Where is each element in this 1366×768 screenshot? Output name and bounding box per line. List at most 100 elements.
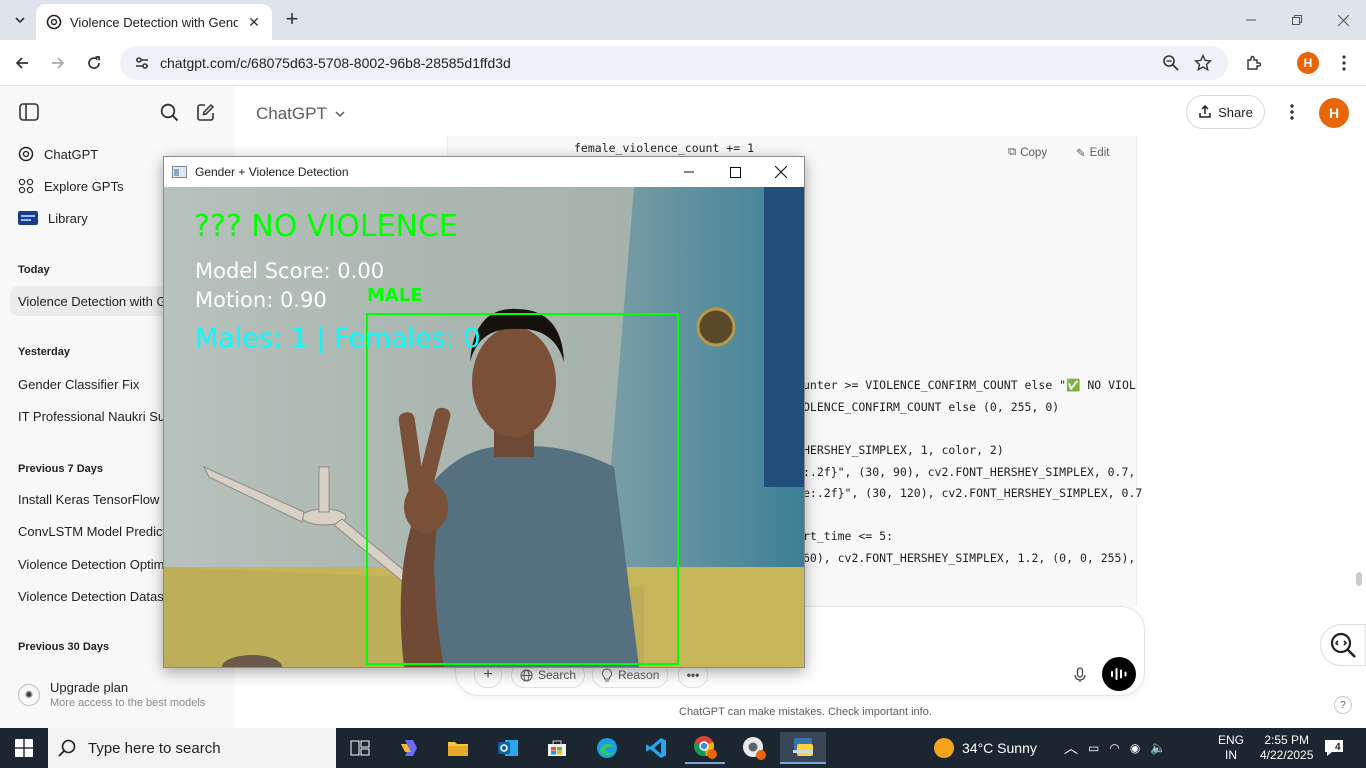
language-indicator[interactable]: ENG IN xyxy=(1218,728,1244,768)
voice-mode-button[interactable] xyxy=(1102,657,1136,691)
reload-icon xyxy=(88,56,100,69)
clock-time: 2:55 PM xyxy=(1264,733,1310,747)
opencv-window-title: Gender + Violence Detection xyxy=(195,165,349,179)
dictate-button[interactable] xyxy=(1070,665,1090,685)
section-heading-today: Today xyxy=(18,264,50,276)
taskbar-chrome[interactable] xyxy=(685,732,725,764)
profile-avatar[interactable]: H xyxy=(1297,52,1319,74)
taskbar-file-explorer[interactable] xyxy=(438,732,478,764)
opencv-minimize-button[interactable] xyxy=(666,157,712,187)
chrome-app-icon xyxy=(743,737,766,760)
grid-icon xyxy=(18,178,34,194)
restore-window-button[interactable] xyxy=(1274,0,1320,40)
edit-icon: ✎ xyxy=(1076,148,1086,160)
taskbar-store[interactable] xyxy=(537,732,577,764)
chevron-up-icon[interactable]: ︿ xyxy=(1064,738,1078,758)
taskbar-vscode[interactable] xyxy=(636,732,676,764)
upgrade-plan-button[interactable]: ✺ Upgrade plan More access to the best m… xyxy=(18,680,205,709)
weather-widget[interactable]: 34°C Sunny xyxy=(934,728,1037,768)
chevron-down-icon xyxy=(335,111,345,118)
voice-waveform-icon xyxy=(1111,668,1127,680)
camera-privacy-icon[interactable]: ◉ xyxy=(1130,741,1140,755)
tab-search-button[interactable] xyxy=(6,6,34,34)
browser-toolbar: chatgpt.com/c/68075d63-5708-8002-96b8-28… xyxy=(0,40,1366,86)
volume-icon[interactable]: 🔈 xyxy=(1150,740,1166,756)
taskbar-python[interactable] xyxy=(780,732,826,764)
wifi-icon[interactable]: ◠ xyxy=(1109,741,1119,755)
new-chat-icon[interactable] xyxy=(193,100,217,124)
windows-taskbar: Type here to search 34°C Sunny ︿ ▭ ◠ ◉ 🔈 xyxy=(0,728,1366,768)
system-tray-icons: ︿ ▭ ◠ ◉ 🔈 xyxy=(1064,728,1167,768)
weather-text: 34°C Sunny xyxy=(962,740,1037,756)
copy-code-button[interactable]: ⧉ Copy xyxy=(1008,146,1047,159)
minimize-window-button[interactable] xyxy=(1228,0,1274,40)
scrollbar-thumb[interactable] xyxy=(1356,572,1362,586)
upgrade-subtitle: More access to the best models xyxy=(50,697,206,709)
opencv-maximize-button[interactable] xyxy=(712,157,758,187)
notification-count: 4 xyxy=(1335,741,1341,753)
clock[interactable]: 2:55 PM 4/22/2025 xyxy=(1260,728,1313,768)
outlook-icon xyxy=(498,740,518,756)
lens-search-icon xyxy=(1330,632,1356,658)
chat-scrollbar[interactable] xyxy=(1354,142,1362,622)
sidebar-toggle-icon[interactable] xyxy=(17,100,41,124)
browser-tab-active[interactable]: Violence Detection with Gender ✕ xyxy=(36,4,272,40)
store-icon xyxy=(548,740,566,756)
vscode-icon xyxy=(646,738,666,758)
taskbar-chrome-app[interactable] xyxy=(734,732,774,764)
share-icon xyxy=(1199,105,1211,118)
new-tab-button[interactable]: + xyxy=(280,8,304,32)
back-button[interactable] xyxy=(10,51,34,75)
search-chats-icon[interactable] xyxy=(157,100,181,124)
lightbulb-icon xyxy=(601,668,613,682)
reload-button[interactable] xyxy=(82,51,106,75)
microphone-icon xyxy=(1074,667,1086,682)
window-app-icon xyxy=(172,166,187,178)
start-button[interactable] xyxy=(4,732,44,764)
minimize-icon xyxy=(684,171,694,173)
opencv-window[interactable]: Gender + Violence Detection MALE ??? NO … xyxy=(163,156,805,668)
taskbar-copilot[interactable] xyxy=(390,732,430,764)
motion-text: Motion: 0.90 xyxy=(195,288,327,312)
notification-center-button[interactable]: 4 xyxy=(1324,728,1343,768)
bookmark-star-icon[interactable] xyxy=(1193,53,1213,75)
code-line: HERSHEY_SIMPLEX, 1, color, 2) xyxy=(803,443,1004,457)
url-text[interactable]: chatgpt.com/c/68075d63-5708-8002-96b8-28… xyxy=(160,55,511,71)
puzzle-icon xyxy=(1247,55,1262,70)
copilot-icon xyxy=(401,740,417,756)
forward-button[interactable] xyxy=(46,51,70,75)
taskbar-outlook[interactable] xyxy=(488,732,528,764)
zoom-icon[interactable] xyxy=(1162,54,1180,75)
user-avatar[interactable]: H xyxy=(1319,98,1349,128)
code-line: female_violence_count += 1 xyxy=(574,141,755,155)
google-lens-button[interactable] xyxy=(1320,624,1366,666)
conversation-options-button[interactable] xyxy=(1280,100,1304,124)
task-view-button[interactable] xyxy=(340,732,380,764)
site-settings-icon[interactable] xyxy=(134,55,150,71)
taskbar-edge[interactable] xyxy=(587,732,627,764)
browser-menu-button[interactable] xyxy=(1332,51,1356,75)
extensions-button[interactable] xyxy=(1242,51,1266,75)
opencv-close-button[interactable] xyxy=(758,157,804,187)
taskbar-search-box[interactable]: Type here to search xyxy=(48,728,336,768)
edit-code-button[interactable]: ✎ Edit xyxy=(1076,146,1109,160)
notification-icon xyxy=(1325,740,1343,756)
battery-icon[interactable]: ▭ xyxy=(1088,741,1099,755)
person-detection-box xyxy=(366,313,679,665)
section-heading-previous-7-days: Previous 7 Days xyxy=(18,463,103,475)
close-window-button[interactable] xyxy=(1320,0,1366,40)
model-selector[interactable]: ChatGPT xyxy=(256,104,345,124)
address-bar[interactable]: chatgpt.com/c/68075d63-5708-8002-96b8-28… xyxy=(120,46,1228,80)
code-line: :.2f}", (30, 90), cv2.FONT_HERSHEY_SIMPL… xyxy=(803,465,1136,479)
sun-icon xyxy=(934,738,954,758)
close-tab-icon[interactable]: ✕ xyxy=(246,14,262,30)
edge-icon xyxy=(597,738,617,758)
gender-counts-text: Males: 1 | Females: 0 xyxy=(195,323,481,354)
share-button[interactable]: Share xyxy=(1186,95,1265,129)
arrow-right-icon xyxy=(52,57,65,69)
detection-label: MALE xyxy=(367,285,423,306)
arrow-left-icon xyxy=(15,57,28,69)
folder-icon xyxy=(448,742,468,756)
help-button[interactable]: ? xyxy=(1334,696,1352,714)
browser-tab-strip: Violence Detection with Gender ✕ + xyxy=(0,0,1366,40)
